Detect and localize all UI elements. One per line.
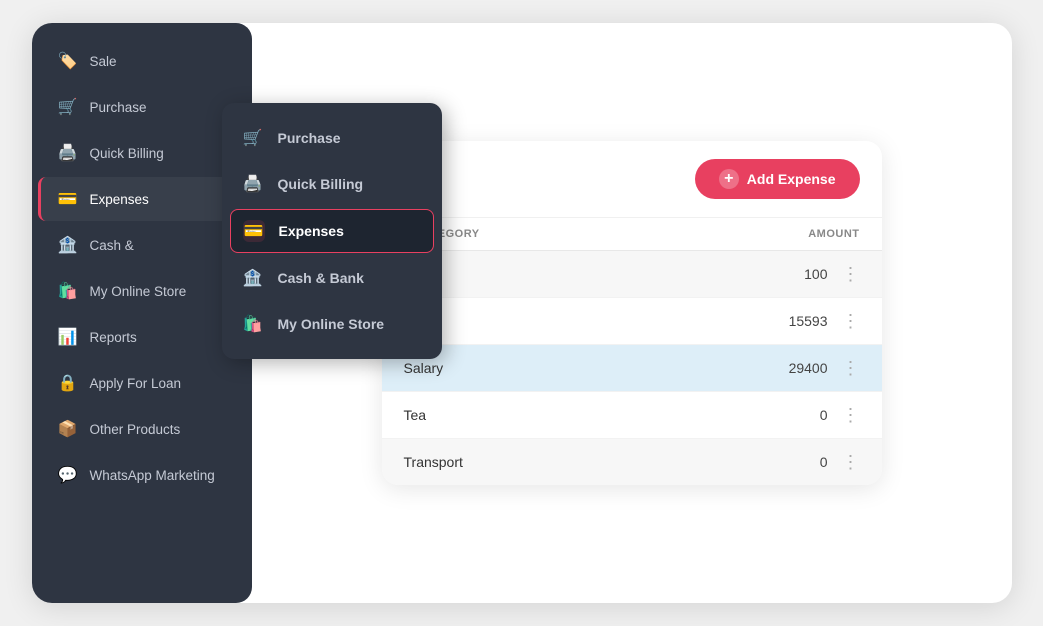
- sidebar-item-apply-for-loan-label: Apply For Loan: [90, 376, 182, 391]
- row-amount: 29400: [778, 360, 828, 376]
- table-row-right: 15593 ⋮: [778, 312, 860, 330]
- sidebar-item-sale[interactable]: 🏷️ Sale: [38, 39, 246, 83]
- table-row[interactable]: Tea 0 ⋮: [382, 392, 882, 439]
- sidebar-item-apply-for-loan[interactable]: 🔒 Apply For Loan: [38, 361, 246, 405]
- sidebar-item-reports[interactable]: 📊 Reports: [38, 315, 246, 359]
- sidebar-item-quick-billing-label: Quick Billing: [90, 146, 164, 161]
- row-category: Tea: [404, 407, 427, 423]
- sale-icon: 🏷️: [58, 51, 78, 71]
- dropdown-quick-billing-icon: 🖨️: [242, 173, 264, 195]
- expenses-icon: 💳: [58, 189, 78, 209]
- dropdown-quick-billing-label: Quick Billing: [278, 176, 364, 192]
- table-row-right: 0 ⋮: [778, 406, 860, 424]
- table-row-right: 100 ⋮: [778, 265, 860, 283]
- add-expense-button[interactable]: + Add Expense: [695, 159, 860, 199]
- dropdown-purchase-icon: 🛒: [242, 127, 264, 149]
- sidebar-item-cash-bank-label: Cash &: [90, 238, 134, 253]
- sidebar-item-other-products[interactable]: 📦 Other Products: [38, 407, 246, 451]
- dropdown-my-online-store-label: My Online Store: [278, 316, 385, 332]
- add-expense-label: Add Expense: [747, 171, 836, 187]
- dropdown-item-cash-bank[interactable]: 🏦 Cash & Bank: [222, 255, 442, 301]
- dropdown-cash-bank-icon: 🏦: [242, 267, 264, 289]
- row-menu-icon[interactable]: ⋮: [842, 406, 860, 424]
- table-header: ↑ CATEGORY AMOUNT: [382, 218, 882, 251]
- table-row[interactable]: Salary 29400 ⋮: [382, 345, 882, 392]
- row-amount: 15593: [778, 313, 828, 329]
- dropdown-my-online-store-icon: 🛍️: [242, 313, 264, 335]
- apply-for-loan-icon: 🔒: [58, 373, 78, 393]
- sidebar-item-purchase[interactable]: 🛒 Purchase: [38, 85, 246, 129]
- row-amount: 0: [778, 407, 828, 423]
- row-category: Salary: [404, 360, 444, 376]
- reports-icon: 📊: [58, 327, 78, 347]
- expense-card: + Add Expense ↑ CATEGORY AMOUNT Petrol: [382, 141, 882, 485]
- sidebar-item-reports-label: Reports: [90, 330, 137, 345]
- row-category: Transport: [404, 454, 463, 470]
- table-row[interactable]: Transport 0 ⋮: [382, 439, 882, 485]
- table-row[interactable]: Rent 15593 ⋮: [382, 298, 882, 345]
- sidebar-item-cash-bank[interactable]: 🏦 Cash &: [38, 223, 246, 267]
- dropdown-purchase-label: Purchase: [278, 130, 341, 146]
- sidebar-item-whatsapp-marketing[interactable]: 💬 WhatsApp Marketing: [38, 453, 246, 497]
- my-online-store-icon: 🛍️: [58, 281, 78, 301]
- dropdown-item-expenses[interactable]: 💳 Expenses: [230, 209, 434, 253]
- plus-icon: +: [719, 169, 739, 189]
- row-menu-icon[interactable]: ⋮: [842, 359, 860, 377]
- sidebar-item-expenses[interactable]: 💳 Expenses: [38, 177, 246, 221]
- sidebar-item-sale-label: Sale: [90, 54, 117, 69]
- quick-billing-icon: 🖨️: [58, 143, 78, 163]
- cash-bank-icon: 🏦: [58, 235, 78, 255]
- purchase-icon: 🛒: [58, 97, 78, 117]
- other-products-icon: 📦: [58, 419, 78, 439]
- sidebar-item-whatsapp-marketing-label: WhatsApp Marketing: [90, 468, 215, 483]
- dropdown-cash-bank-label: Cash & Bank: [278, 270, 364, 286]
- row-menu-icon[interactable]: ⋮: [842, 312, 860, 330]
- sidebar-item-my-online-store-label: My Online Store: [90, 284, 187, 299]
- sidebar-item-expenses-label: Expenses: [90, 192, 149, 207]
- table-row-right: 29400 ⋮: [778, 359, 860, 377]
- dropdown-expenses-icon: 💳: [243, 220, 265, 242]
- row-menu-icon[interactable]: ⋮: [842, 453, 860, 471]
- row-amount: 0: [778, 454, 828, 470]
- dropdown-menu: 🛒 Purchase 🖨️ Quick Billing 💳 Expenses 🏦…: [222, 103, 442, 359]
- expense-table: ↑ CATEGORY AMOUNT Petrol 100 ⋮ Rent: [382, 218, 882, 485]
- sidebar-item-my-online-store[interactable]: 🛍️ My Online Store: [38, 269, 246, 313]
- dropdown-item-quick-billing[interactable]: 🖨️ Quick Billing: [222, 161, 442, 207]
- dropdown-expenses-label: Expenses: [279, 223, 344, 239]
- dropdown-item-purchase[interactable]: 🛒 Purchase: [222, 115, 442, 161]
- dropdown-item-my-online-store[interactable]: 🛍️ My Online Store: [222, 301, 442, 347]
- row-amount: 100: [778, 266, 828, 282]
- expense-header: + Add Expense: [382, 141, 882, 218]
- table-row[interactable]: Petrol 100 ⋮: [382, 251, 882, 298]
- row-menu-icon[interactable]: ⋮: [842, 265, 860, 283]
- sidebar: 🏷️ Sale 🛒 Purchase 🖨️ Quick Billing 💳 Ex…: [32, 23, 252, 603]
- main-container: 🏷️ Sale 🛒 Purchase 🖨️ Quick Billing 💳 Ex…: [32, 23, 1012, 603]
- col-amount-header: AMOUNT: [808, 228, 859, 240]
- sidebar-item-quick-billing[interactable]: 🖨️ Quick Billing: [38, 131, 246, 175]
- table-row-right: 0 ⋮: [778, 453, 860, 471]
- whatsapp-marketing-icon: 💬: [58, 465, 78, 485]
- sidebar-item-other-products-label: Other Products: [90, 422, 181, 437]
- sidebar-item-purchase-label: Purchase: [90, 100, 147, 115]
